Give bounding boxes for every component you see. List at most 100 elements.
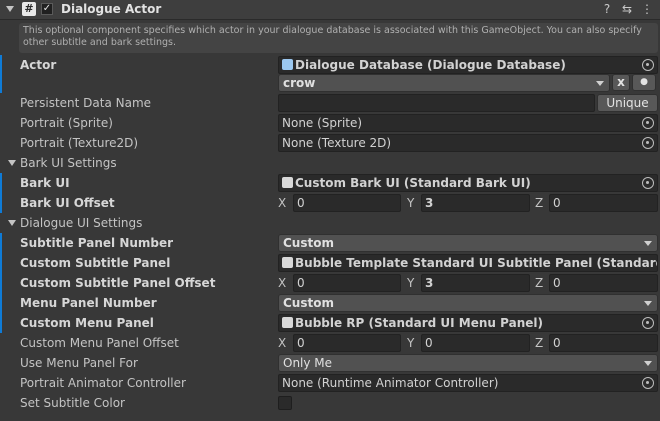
portrait-animator-row: Portrait Animator Controller None (Runti… (0, 373, 660, 393)
object-picker-icon[interactable] (642, 137, 654, 149)
script-component-icon (282, 177, 293, 188)
object-picker-icon[interactable] (642, 377, 654, 389)
override-indicator (0, 173, 2, 193)
subtitle-panel-number-dropdown[interactable]: Custom (278, 234, 658, 252)
dialogue-ui-settings-group[interactable]: Dialogue UI Settings (0, 213, 660, 233)
presets-icon[interactable]: ⇆ (620, 2, 634, 16)
subtitle-offset-y-input[interactable]: 3 (421, 274, 530, 292)
custom-subtitle-offset-label: Custom Subtitle Panel Offset (20, 276, 216, 290)
bark-ui-settings-group[interactable]: Bark UI Settings (0, 153, 660, 173)
object-picker-icon[interactable] (642, 59, 654, 71)
portrait-sprite-field[interactable]: None (Sprite) (278, 114, 658, 132)
portrait-sprite-label: Portrait (Sprite) (20, 116, 113, 130)
custom-menu-panel-field[interactable]: Bubble RP (Standard UI Menu Panel) (278, 314, 658, 332)
database-icon (282, 59, 293, 70)
override-indicator (0, 293, 2, 313)
object-picker-icon[interactable] (642, 317, 654, 329)
use-menu-panel-for-row: Use Menu Panel For Only Me (0, 353, 660, 373)
group-foldout-arrow[interactable] (8, 160, 16, 166)
portrait-texture-field[interactable]: None (Texture 2D) (278, 134, 658, 152)
menu-panel-number-dropdown[interactable]: Custom (278, 294, 658, 312)
persistent-data-input[interactable] (278, 94, 595, 112)
bark-offset-z-input[interactable]: 0 (549, 194, 658, 212)
custom-menu-panel-value: Bubble RP (Standard UI Menu Panel) (295, 316, 543, 330)
actor-dropdown[interactable]: crow (278, 74, 610, 92)
chevron-down-icon (644, 361, 652, 366)
y-axis-label: Y (407, 276, 415, 290)
subtitle-offset-x-input[interactable]: 0 (293, 274, 401, 292)
object-picker-icon[interactable] (642, 117, 654, 129)
y-axis-label: Y (407, 336, 415, 350)
override-indicator (0, 233, 2, 253)
component-foldout-arrow[interactable] (6, 6, 14, 12)
set-subtitle-color-label: Set Subtitle Color (20, 396, 125, 410)
dialogue-database-field[interactable]: Dialogue Database (Dialogue Database) (278, 56, 658, 74)
persistent-data-label: Persistent Data Name (20, 96, 152, 110)
custom-menu-panel-row: Custom Menu Panel Bubble RP (Standard UI… (0, 313, 660, 333)
bark-ui-offset-row: Bark UI Offset X 0 Y 3 Z 0 (0, 193, 660, 213)
bark-offset-y-input[interactable]: 3 (421, 194, 530, 212)
z-axis-label: Z (535, 196, 544, 210)
object-picker-icon[interactable] (642, 177, 654, 189)
x-axis-label: X (278, 196, 287, 210)
actor-dot-button[interactable]: ● (632, 74, 656, 91)
bark-offset-x-input[interactable]: 0 (293, 194, 401, 212)
actor-label: Actor (20, 58, 57, 72)
set-subtitle-color-checkbox[interactable] (278, 396, 292, 410)
portrait-animator-value: None (Runtime Animator Controller) (282, 376, 499, 390)
menu-offset-z-input[interactable]: 0 (549, 334, 658, 352)
help-box: This optional component specifies which … (19, 23, 658, 53)
use-menu-panel-for-dropdown[interactable]: Only Me (278, 354, 658, 372)
menu-offset-y-input[interactable]: 0 (421, 334, 530, 352)
bark-ui-row: Bark UI Custom Bark UI (Standard Bark UI… (0, 173, 660, 193)
override-indicator (0, 253, 2, 273)
bark-ui-offset-vector: X 0 Y 3 Z 0 (278, 194, 658, 212)
portrait-texture-row: Portrait (Texture2D) None (Texture 2D) (0, 133, 660, 153)
component-title: Dialogue Actor (61, 2, 162, 16)
chevron-down-icon (596, 81, 604, 86)
portrait-animator-field[interactable]: None (Runtime Animator Controller) (278, 374, 658, 392)
override-indicator (0, 73, 2, 93)
custom-subtitle-panel-label: Custom Subtitle Panel (20, 256, 171, 270)
menu-panel-number-row: Menu Panel Number Custom (0, 293, 660, 313)
group-foldout-arrow[interactable] (8, 220, 16, 226)
override-indicator (0, 55, 2, 75)
unique-button[interactable]: Unique (597, 94, 658, 112)
use-menu-panel-for-value: Only Me (283, 356, 333, 370)
actor-dropdown-value: crow (283, 76, 316, 90)
subtitle-panel-number-label: Subtitle Panel Number (20, 236, 174, 250)
persistent-data-row: Persistent Data Name Unique (0, 93, 660, 113)
z-axis-label: Z (535, 276, 544, 290)
x-axis-label: X (278, 276, 287, 290)
override-indicator (0, 273, 2, 293)
more-options-icon[interactable]: ⋮ (640, 2, 654, 16)
dialogue-database-value: Dialogue Database (Dialogue Database) (295, 58, 566, 72)
override-indicator (0, 193, 2, 213)
bark-ui-field[interactable]: Custom Bark UI (Standard Bark UI) (278, 174, 658, 192)
script-component-icon (282, 317, 293, 328)
custom-menu-offset-vector: X 0 Y 0 Z 0 (278, 334, 658, 352)
bark-ui-offset-label: Bark UI Offset (20, 196, 115, 210)
bark-ui-value: Custom Bark UI (Standard Bark UI) (295, 176, 531, 190)
custom-subtitle-panel-value: Bubble Template Standard UI Subtitle Pan… (295, 256, 658, 270)
component-enabled-checkbox[interactable]: ✓ (41, 3, 53, 15)
subtitle-offset-z-input[interactable]: 0 (549, 274, 658, 292)
custom-subtitle-panel-field[interactable]: Bubble Template Standard UI Subtitle Pan… (278, 254, 658, 272)
portrait-sprite-row: Portrait (Sprite) None (Sprite) (0, 113, 660, 133)
actor-select-row: crow x ● (0, 73, 660, 93)
use-menu-panel-for-label: Use Menu Panel For (20, 356, 138, 370)
custom-subtitle-offset-vector: X 0 Y 3 Z 0 (278, 274, 658, 292)
override-indicator (0, 313, 2, 333)
y-axis-label: Y (407, 196, 415, 210)
menu-panel-number-value: Custom (283, 296, 334, 310)
menu-panel-number-label: Menu Panel Number (20, 296, 157, 310)
set-subtitle-color-row: Set Subtitle Color (0, 393, 660, 413)
clear-actor-button[interactable]: x (612, 74, 630, 91)
x-axis-label: X (278, 336, 287, 350)
custom-menu-panel-label: Custom Menu Panel (20, 316, 154, 330)
portrait-texture-value: None (Texture 2D) (282, 136, 392, 150)
portrait-texture-label: Portrait (Texture2D) (20, 136, 139, 150)
chevron-down-icon (644, 301, 652, 306)
menu-offset-x-input[interactable]: 0 (293, 334, 401, 352)
help-icon[interactable]: ? (600, 2, 614, 16)
